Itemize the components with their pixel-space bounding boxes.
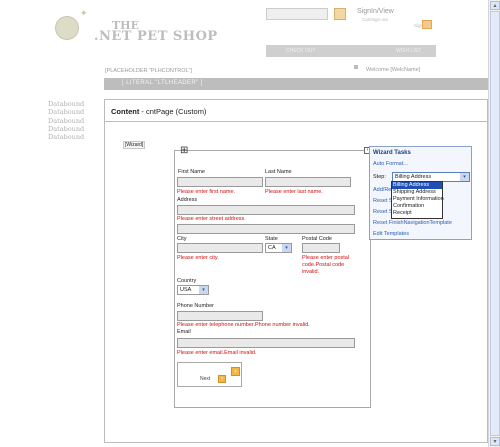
city-error: Please enter city.	[177, 255, 219, 261]
arrow-right-icon: ›	[218, 375, 226, 383]
state-select-value: CA	[268, 245, 276, 251]
step-dropdown-list[interactable]: Billing Address Shipping Address Payment…	[391, 181, 444, 219]
country-label: Country	[177, 278, 197, 284]
menu-item[interactable]: Databound	[48, 117, 104, 125]
header-marker	[354, 65, 358, 69]
last-name-field[interactable]	[265, 177, 351, 187]
content-sublabel: - cntPage (Custom)	[139, 107, 207, 116]
address-error: Please enter street address.	[177, 216, 246, 222]
auto-format-link[interactable]: Auto Format...	[373, 161, 408, 167]
category-menu: Databound Databound Databound Databound …	[48, 100, 104, 141]
address-field-2[interactable]	[177, 224, 355, 234]
wizard-tasks-title: Wizard Tasks	[373, 150, 411, 156]
email-field[interactable]	[177, 338, 355, 348]
step-label: Step:	[373, 174, 386, 180]
phone-error: Please enter telephone number.Phone numb…	[177, 322, 310, 328]
menu-item[interactable]: Databound	[48, 100, 104, 108]
address-field-1[interactable]	[177, 205, 355, 215]
check-out-link[interactable]: CHECK OUT	[286, 48, 315, 54]
logo-title-line2: .NET PET SHOP	[94, 29, 218, 44]
phone-field[interactable]	[177, 311, 263, 321]
move-handle-icon[interactable]: ⊞	[180, 146, 190, 156]
step-option[interactable]: Receipt	[392, 210, 442, 217]
placeholder-control: [PLACEHOLDER "PLHCONTROL"]	[105, 68, 193, 74]
next-label: Next	[200, 376, 211, 382]
vertical-scrollbar[interactable]: ▴ ▾	[488, 0, 500, 447]
scroll-down-icon[interactable]: ▾	[490, 437, 500, 446]
reset-finish-link[interactable]: Reset FinishNavigationTemplate	[373, 220, 452, 226]
step-select-value: Billing Address	[395, 174, 432, 180]
menu-item[interactable]: Databound	[48, 125, 104, 133]
cart-icon[interactable]	[422, 20, 432, 29]
signin-sub: Cart/sign-out	[362, 17, 388, 22]
last-name-error: Please enter last name.	[265, 189, 323, 195]
chevron-down-icon: ▾	[460, 173, 469, 181]
content-header: Content - cntPage (Custom)	[105, 100, 487, 122]
email-error: Please enter email.Email invalid.	[177, 350, 257, 356]
add-remove-steps-link[interactable]: Add/Re	[373, 187, 391, 193]
first-name-label: First Name	[178, 169, 205, 175]
last-name-label: Last Name	[265, 169, 292, 175]
header-area: ✦ THE .NET PET SHOP SignIn/View Cart/sig…	[0, 0, 488, 64]
logo	[55, 16, 79, 40]
step-option[interactable]: Shipping Address	[392, 189, 442, 196]
chevron-down-icon: ▾	[199, 286, 208, 294]
menu-item[interactable]: Databound	[48, 133, 104, 141]
wizard-tag: [Wizard]	[123, 141, 146, 149]
wish-list-link[interactable]: WISH LIST	[396, 48, 421, 54]
email-label: Email	[177, 329, 191, 335]
arrow-right-icon: ›	[231, 367, 240, 376]
reset-step-link[interactable]: Reset S	[373, 209, 393, 215]
search-input[interactable]	[266, 8, 328, 20]
city-label: City	[177, 236, 187, 242]
signin-link[interactable]: SignIn/View	[357, 8, 394, 15]
reset-start-link[interactable]: Reset S	[373, 198, 393, 204]
search-go-button[interactable]	[334, 8, 346, 20]
postal-code-label: Postal Code	[302, 236, 332, 242]
literal-header-text: [ LITERAL "LTLHEADER" ]	[122, 80, 203, 86]
nav-bar: CHECK OUT WISH LIST	[266, 45, 436, 57]
first-name-field[interactable]	[177, 177, 263, 187]
phone-label: Phone Number	[177, 303, 214, 309]
literal-header-bar: [ LITERAL "LTLHEADER" ]	[104, 78, 488, 90]
postal-code-field[interactable]	[302, 243, 340, 253]
menu-item[interactable]: Databound	[48, 108, 104, 116]
state-label: State	[265, 236, 278, 242]
address-label: Address	[177, 197, 198, 203]
next-button[interactable]: Next	[200, 376, 210, 382]
chevron-down-icon: ▾	[282, 244, 291, 252]
state-select[interactable]: CA ▾	[265, 243, 292, 253]
step-navigation-template: Next › ›	[177, 362, 242, 387]
content-label: Content	[111, 107, 140, 116]
welcome-text: Welcome [WelcName]	[366, 67, 421, 73]
step-option[interactable]: Payment Information	[392, 196, 444, 203]
scroll-up-icon[interactable]: ▴	[490, 1, 500, 10]
logo-star-icon: ✦	[80, 8, 88, 18]
first-name-error: Please enter first name.	[177, 189, 236, 195]
scroll-thumb[interactable]	[490, 11, 500, 436]
city-field[interactable]	[177, 243, 263, 253]
step-option[interactable]: Confirmation	[392, 203, 442, 210]
postal-code-error: Please enter postal code.Postal code inv…	[302, 255, 350, 275]
step-option[interactable]: Billing Address	[392, 182, 442, 189]
country-select-value: USA	[180, 287, 192, 293]
country-select[interactable]: USA ▾	[177, 285, 209, 295]
edit-templates-link[interactable]: Edit Templates	[373, 231, 409, 237]
